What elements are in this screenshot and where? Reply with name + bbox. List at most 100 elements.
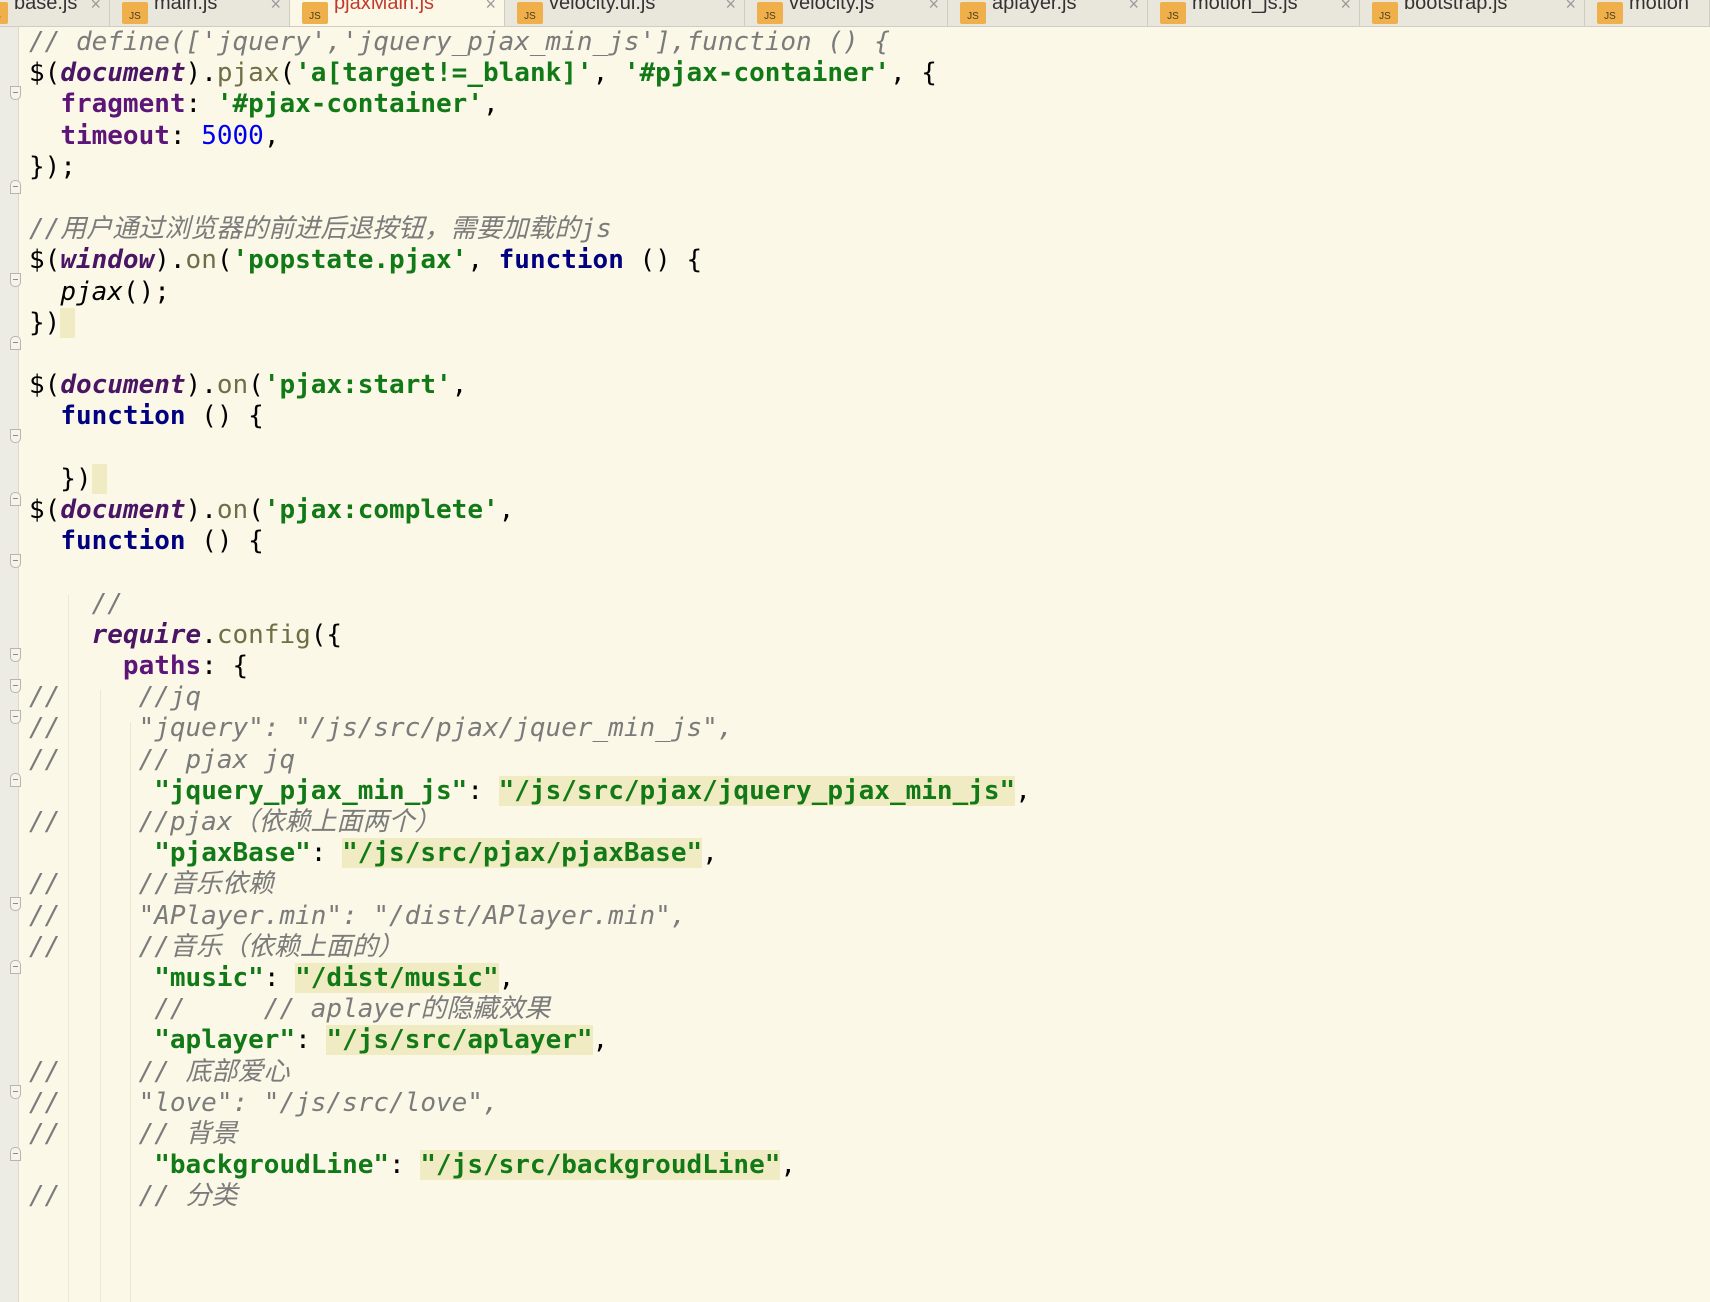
- close-tab-icon[interactable]: ×: [270, 0, 281, 17]
- code-line[interactable]: }): [29, 306, 76, 340]
- code-token: '#pjax-container': [216, 89, 483, 120]
- fold-expand-icon[interactable]: [10, 647, 21, 662]
- fold-expand-icon[interactable]: [10, 679, 21, 693]
- close-tab-icon[interactable]: ×: [928, 0, 939, 17]
- code-token: ,: [498, 495, 515, 525]
- js-file-icon: JS: [302, 2, 328, 24]
- code-line[interactable]: // //音乐依赖: [29, 867, 274, 901]
- editor-gutter: [0, 27, 21, 1302]
- code-line[interactable]: // define(['jquery','jquery_pjax_min_js'…: [29, 25, 890, 59]
- code-token: ,: [702, 838, 718, 869]
- code-line[interactable]: $(document).on('pjax:complete',: [29, 493, 514, 527]
- code-line[interactable]: });: [29, 150, 76, 184]
- tab-aplayer-js[interactable]: JS aplayer.js ×: [948, 0, 1148, 26]
- js-file-icon: JS: [122, 2, 148, 24]
- code-token: ,: [592, 58, 624, 89]
- code-token: pjax: [216, 58, 280, 89]
- close-tab-icon[interactable]: ×: [1340, 0, 1351, 17]
- tab-motion-js-js[interactable]: JS motion_js.js ×: [1148, 0, 1360, 26]
- code-line[interactable]: "aplayer": "/js/src/aplayer",: [29, 1023, 608, 1057]
- code-line[interactable]: // //音乐（依赖上面的）: [29, 930, 404, 964]
- code-line[interactable]: fragment: '#pjax-container',: [29, 87, 498, 121]
- tab-velocity-js[interactable]: JS velocity.js ×: [745, 0, 948, 26]
- code-token: document: [60, 370, 186, 401]
- code-line[interactable]: require.config({: [29, 618, 342, 652]
- code-token: //: [91, 588, 123, 619]
- tab-main-js[interactable]: JS main.js ×: [110, 0, 290, 26]
- code-token: fragment: [60, 89, 186, 120]
- close-tab-icon[interactable]: ×: [1128, 0, 1139, 17]
- code-line[interactable]: paths: {: [29, 649, 248, 683]
- fold-expand-icon[interactable]: [10, 86, 21, 101]
- code-line[interactable]: // "love": "/js/src/love",: [29, 1086, 499, 1120]
- code-line[interactable]: $(window).on('popstate.pjax', function (…: [29, 243, 702, 277]
- code-line[interactable]: // //jq: [29, 680, 201, 714]
- js-file-icon: JS: [1597, 2, 1623, 24]
- close-tab-icon[interactable]: ×: [725, 0, 736, 17]
- code-token: paths: [122, 651, 202, 681]
- js-file-icon: JS: [960, 2, 986, 24]
- code-token: function: [60, 526, 186, 557]
- fold-collapse-icon[interactable]: [10, 179, 21, 194]
- fold-collapse-icon[interactable]: [10, 1147, 21, 1161]
- close-tab-icon[interactable]: ×: [485, 0, 496, 17]
- code-line[interactable]: "jquery_pjax_min_js": "/js/src/pjax/jque…: [29, 774, 1031, 808]
- code-line[interactable]: $(document).pjax('a[target!=_blank]', '#…: [29, 56, 937, 90]
- code-line[interactable]: }): [29, 462, 107, 496]
- code-line[interactable]: // "jquery": "/js/src/pjax/jquer_min_js"…: [29, 711, 733, 745]
- fold-expand-icon[interactable]: [10, 554, 21, 569]
- code-token: , {: [889, 58, 937, 89]
- code-line[interactable]: "backgroudLine": "/js/src/backgroudLine"…: [29, 1148, 796, 1182]
- code-token: }): [29, 463, 92, 494]
- tab-motion[interactable]: JS motion: [1585, 0, 1710, 26]
- fold-expand-icon[interactable]: [10, 1084, 21, 1099]
- tab-pjaxmain-js[interactable]: JS pjaxMain.js ×: [290, 0, 505, 26]
- close-tab-icon[interactable]: ×: [1565, 0, 1576, 17]
- code-line[interactable]: "music": "/dist/music",: [29, 961, 514, 995]
- code-token: "music": [154, 963, 264, 993]
- code-line[interactable]: // // aplayer的隐藏效果: [29, 992, 550, 1026]
- code-token: ).: [154, 245, 186, 276]
- code-token: 5000: [201, 120, 264, 151]
- tab-label: pjaxMain.js: [334, 0, 435, 14]
- code-token: window: [60, 245, 155, 276]
- code-token: // "APlayer.min": "/dist/APlayer.min",: [29, 900, 687, 931]
- fold-expand-icon[interactable]: [10, 273, 21, 288]
- close-tab-icon[interactable]: ×: [90, 0, 101, 17]
- fold-expand-icon[interactable]: [10, 710, 21, 725]
- tab-label: velocity.ui.js: [549, 0, 656, 14]
- fold-expand-icon[interactable]: [10, 429, 21, 444]
- code-token: 'pjax:start': [263, 370, 452, 401]
- code-line[interactable]: // // pjax jq: [29, 743, 295, 777]
- code-token: 'pjax:complete': [263, 495, 499, 525]
- tab-base-js[interactable]: JS base.js ×: [0, 0, 110, 26]
- code-line[interactable]: pjax();: [29, 275, 170, 309]
- fold-collapse-icon[interactable]: [10, 491, 21, 506]
- code-token: ,: [498, 963, 515, 993]
- code-line[interactable]: $(document).on('pjax:start',: [29, 368, 467, 402]
- code-token: "/js/src/aplayer": [326, 1025, 593, 1056]
- code-line[interactable]: // // 分类: [29, 1179, 238, 1213]
- code-line[interactable]: // //pjax（依赖上面两个）: [29, 805, 441, 839]
- code-line[interactable]: function () {: [29, 524, 264, 558]
- code-line[interactable]: //: [29, 587, 123, 621]
- fold-expand-icon[interactable]: [10, 897, 21, 912]
- tab-bootstrap-js[interactable]: JS bootstrap.js ×: [1360, 0, 1585, 26]
- fold-collapse-icon[interactable]: [10, 335, 21, 350]
- code-line[interactable]: //用户通过浏览器的前进后退按钮，需要加载的js: [29, 212, 612, 246]
- code-token: on: [185, 245, 217, 276]
- code-line[interactable]: "pjaxBase": "/js/src/pjax/pjaxBase",: [29, 836, 718, 870]
- code-line[interactable]: function () {: [29, 399, 264, 433]
- tab-velocity-ui-js[interactable]: JS velocity.ui.js ×: [505, 0, 745, 26]
- code-line[interactable]: timeout: 5000,: [29, 119, 279, 153]
- code-line[interactable]: // "APlayer.min": "/dist/APlayer.min",: [29, 899, 686, 933]
- code-token: // "love": "/js/src/love",: [29, 1087, 499, 1118]
- code-line[interactable]: // // 背景: [29, 1117, 238, 1151]
- fold-collapse-icon[interactable]: [10, 959, 21, 974]
- code-line[interactable]: // // 底部爱心: [29, 1055, 290, 1089]
- code-token: () {: [623, 245, 703, 276]
- fold-collapse-icon[interactable]: [10, 772, 21, 787]
